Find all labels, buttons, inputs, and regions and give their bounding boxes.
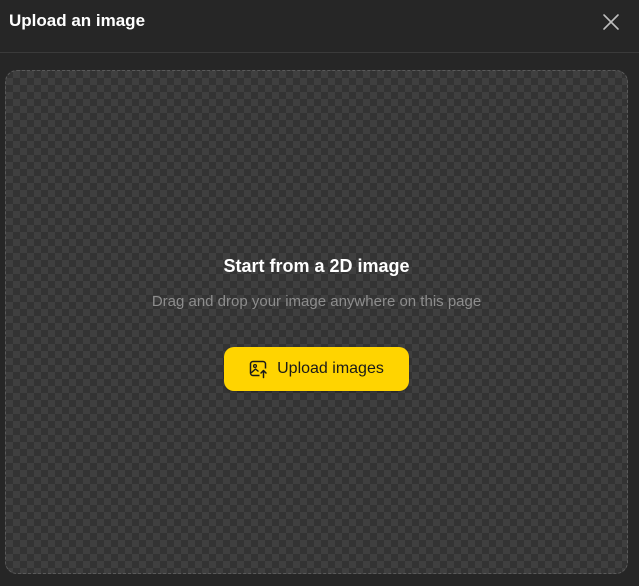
dialog-header: Upload an image [0,0,639,53]
upload-button-label: Upload images [277,360,384,377]
close-button[interactable] [598,9,624,35]
image-dropzone[interactable]: Start from a 2D image Drag and drop your… [5,70,628,574]
dropzone-instructions: Drag and drop your image anywhere on thi… [151,293,482,310]
dialog-title: Upload an image [9,11,146,30]
upload-images-button[interactable]: Upload images [224,347,409,391]
close-icon [603,14,619,30]
image-upload-icon [249,359,269,379]
upload-dialog: Upload an image Start from a 2D image Dr… [0,0,639,586]
dropzone-heading: Start from a 2D image [223,256,410,276]
